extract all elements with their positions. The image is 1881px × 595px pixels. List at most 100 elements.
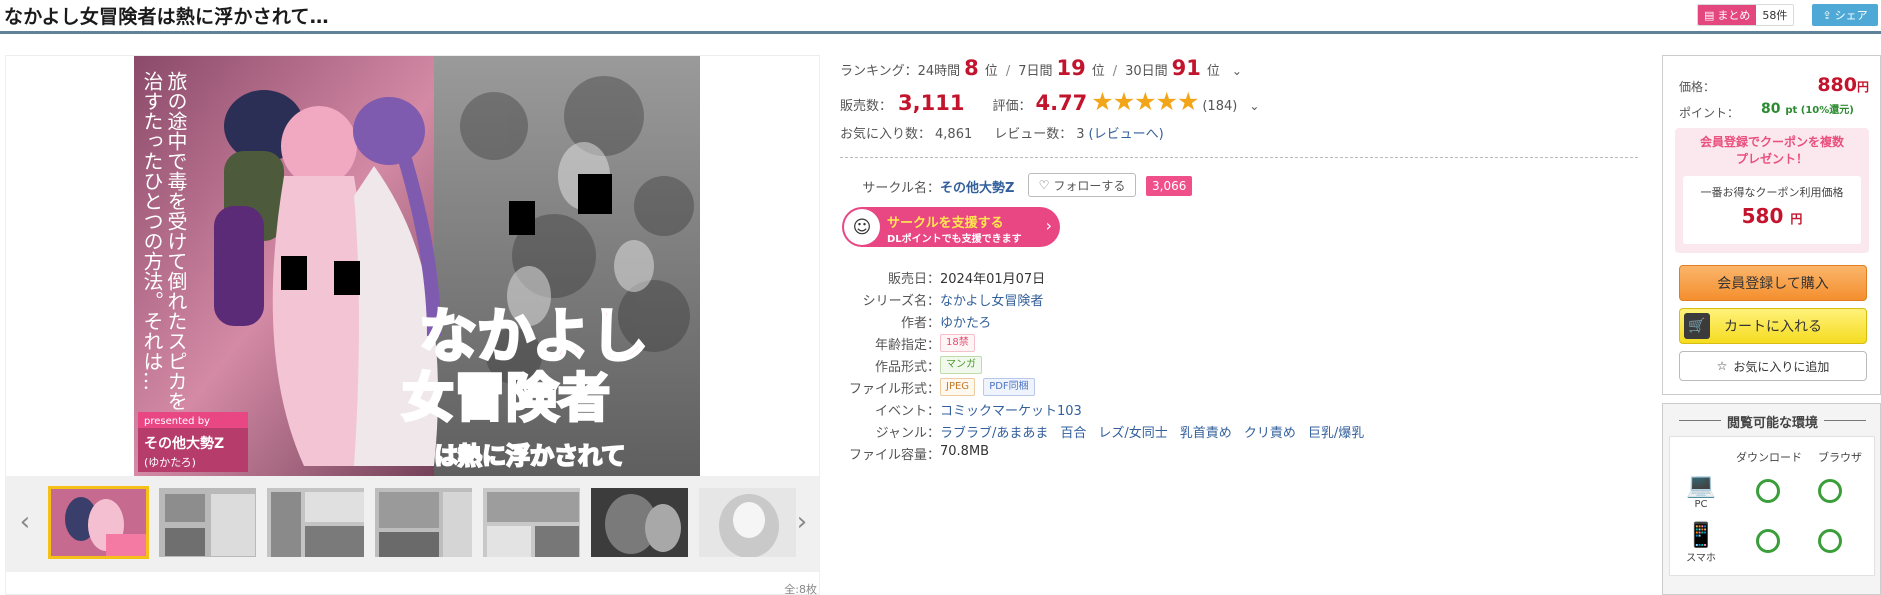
genre-label: ジャンル： (875, 426, 940, 441)
genre-link[interactable]: 巨乳/爆乳 (1308, 426, 1364, 441)
register-and-buy-button[interactable]: 会員登録して購入 (1679, 265, 1867, 301)
svg-text:治すたったひとつの方法。それは…: 治すたったひとつの方法。それは… (140, 71, 164, 391)
add-to-favorites-button[interactable]: ☆ お気に入りに追加 (1679, 351, 1867, 381)
ranking-sep: / (1112, 64, 1118, 79)
sales-rating-row: 販売数： 3,111 評価： 4.77 ★★★★★ (184) ⌄ (840, 87, 1259, 116)
point-label: ポイント： (1679, 106, 1740, 120)
age-tag[interactable]: 18禁 (940, 334, 975, 352)
size-value: 70.8MB (940, 444, 990, 459)
env-col-browser: ブラウザ (1818, 451, 1862, 464)
circle-name-link[interactable]: その他大勢Z (940, 181, 1014, 196)
svg-text:女冒険者: 女冒険者 (402, 369, 610, 429)
event-link[interactable]: コミックマーケット103 (940, 400, 1082, 419)
pdf-tag[interactable]: PDF同梱 (983, 378, 1035, 396)
coupon-note: 一番お得なクーポン利用価格 (1700, 186, 1844, 199)
environment-box: 閲覧可能な環境 ダウンロード ブラウザ 💻 PC 📱 スマホ (1662, 403, 1881, 595)
device-pc-label: PC (1694, 499, 1708, 510)
add-to-cart-button[interactable]: 🛒 カートに入れる (1679, 308, 1867, 344)
follow-button[interactable]: ♡ フォローする (1028, 173, 1136, 197)
genre-link[interactable]: レズ/女同士 (1098, 426, 1167, 441)
device-phone-label: スマホ (1686, 553, 1716, 564)
thumb-next-button[interactable]: › (789, 502, 815, 542)
support-subtitle: DLポイントでも支援できます (887, 234, 1022, 245)
title-bar: なかよし女冒険者は熱に浮かされて… ▤ まとめ 58件 ⇪ シェア (0, 0, 1881, 34)
format-value: マンガ (940, 356, 986, 374)
ranking-sep: / (1005, 64, 1011, 79)
ranking-unit: 位 (984, 64, 998, 79)
main-cover-image[interactable]: なかよし 女冒険者 は熱に浮かされて 旅の途中で毒を受けて倒れたスピカを 治すた… (134, 56, 700, 476)
ranking-expand-chevron-icon[interactable]: ⌄ (1232, 64, 1242, 78)
point-note: pt (10%還元) (1785, 105, 1854, 116)
ranking-30d-label: 30日間 (1125, 64, 1168, 79)
product-gallery: なかよし 女冒険者 は熱に浮かされて 旅の途中で毒を受けて倒れたスピカを 治すた… (5, 55, 820, 595)
svg-text:なかよし: なかよし (419, 302, 648, 370)
genre-list: ラブラブ/あまあま 百合 レズ/女同士 乳首責め クリ責め 巨乳/爆乳 (940, 422, 1376, 441)
svg-text:旅の途中で毒を受けて倒れたスピカを: 旅の途中で毒を受けて倒れたスピカを (164, 71, 188, 411)
format-tag[interactable]: マンガ (940, 356, 982, 374)
support-circle-banner[interactable]: ☺ サークルを支援する DLポイントでも支援できます › (842, 207, 1060, 247)
cart-icon: 🛒 (1684, 313, 1710, 339)
pc-browser-available-icon (1818, 479, 1842, 503)
thumbnail-5[interactable] (481, 486, 582, 559)
series-label: シリーズ名： (862, 294, 940, 309)
ranking-24h-label: 24時間 (917, 64, 961, 79)
reviews-label: レビュー数： (994, 127, 1073, 142)
phone-download-available-icon (1756, 529, 1780, 553)
point-number: 80 (1761, 101, 1781, 117)
thumbnail-3[interactable] (265, 486, 366, 559)
release-date: 2024年01月07日 (940, 272, 1046, 287)
genre-link[interactable]: 乳首責め (1180, 426, 1232, 441)
genre-link[interactable]: ラブラブ/あまあま (940, 426, 1048, 441)
cart-label: カートに入れる (1724, 319, 1822, 335)
thumbnail-7[interactable] (697, 486, 798, 559)
share-button[interactable]: ⇪ シェア (1812, 4, 1878, 26)
event-label: イベント： (874, 404, 940, 419)
genre-link[interactable]: 百合 (1060, 426, 1086, 441)
share-label: シェア (1834, 9, 1868, 22)
support-title: サークルを支援する (887, 216, 1004, 231)
thumb-prev-button[interactable]: ‹ (12, 502, 38, 542)
coupon-price-box: 一番お得なクーポン利用価格 580 円 (1683, 176, 1861, 244)
thumbnail-1[interactable] (48, 486, 149, 559)
circle-avatar: ☺ (844, 209, 880, 245)
genre-link[interactable]: クリ責め (1244, 426, 1296, 441)
purchase-panel: 価格： 880円 ポイント： 80 pt (10%還元) 会員登録でクーポンを複… (1662, 55, 1881, 595)
star-outline-icon: ☆ (1716, 359, 1728, 373)
thumbnail-4[interactable] (373, 486, 474, 559)
circle-name[interactable]: その他大勢Z (940, 177, 1014, 196)
series-link[interactable]: なかよし女冒険者 (940, 290, 1043, 309)
svg-text:presented by: presented by (144, 416, 210, 427)
environment-title: 閲覧可能な環境 (1663, 412, 1881, 431)
author-link[interactable]: ゆかたろ (940, 312, 991, 331)
rating-stars-icon: ★★★★★ (1091, 87, 1199, 116)
rating-label: 評価： (992, 99, 1032, 114)
thumbnail-strip: ‹ › (6, 476, 819, 572)
info-divider (840, 157, 1638, 158)
thumbnail-6[interactable] (589, 486, 690, 559)
laptop-icon: 💻 (1686, 471, 1716, 499)
coupon-title: 会員登録でクーポンを複数 プレゼント！ (1675, 134, 1869, 168)
point-row: ポイント： 80 pt (10%還元) (1679, 101, 1869, 121)
env-device-phone: 📱 スマホ (1676, 521, 1726, 564)
page-title: なかよし女冒険者は熱に浮かされて… (4, 6, 329, 28)
env-device-pc: 💻 PC (1676, 471, 1726, 510)
price-box: 価格： 880円 ポイント： 80 pt (10%還元) 会員登録でクーポンを複… (1662, 55, 1881, 395)
follow-label: フォローする (1053, 178, 1126, 193)
ranking-label: ランキング： (840, 64, 918, 79)
reviews-link[interactable]: (レビューへ) (1089, 123, 1164, 142)
favorites-row: お気に入り数： 4,861 レビュー数： 3 (レビューへ) (840, 123, 1164, 142)
author-label: 作者： (900, 316, 940, 331)
price-row: 価格： 880円 (1679, 74, 1869, 96)
matome-button[interactable]: ▤ まとめ 58件 (1697, 4, 1795, 26)
thumbnail-2[interactable] (157, 486, 258, 559)
coupon-title-line2: プレゼント！ (1735, 152, 1808, 166)
rating-expand-chevron-icon[interactable]: ⌄ (1249, 99, 1259, 113)
product-info: ランキング： 24時間 8 位 / 7日間 19 位 / 30日間 91 位 ⌄… (840, 52, 1640, 472)
ranking-unit: 位 (1206, 64, 1220, 79)
release-label: 販売日： (887, 272, 940, 287)
coupon-box[interactable]: 会員登録でクーポンを複数 プレゼント！ 一番お得なクーポン利用価格 580 円 (1675, 128, 1869, 253)
matome-count: 58件 (1756, 5, 1794, 25)
pc-download-available-icon (1756, 479, 1780, 503)
jpeg-tag[interactable]: JPEG (940, 378, 976, 396)
environment-table: ダウンロード ブラウザ 💻 PC 📱 スマホ (1669, 436, 1875, 576)
